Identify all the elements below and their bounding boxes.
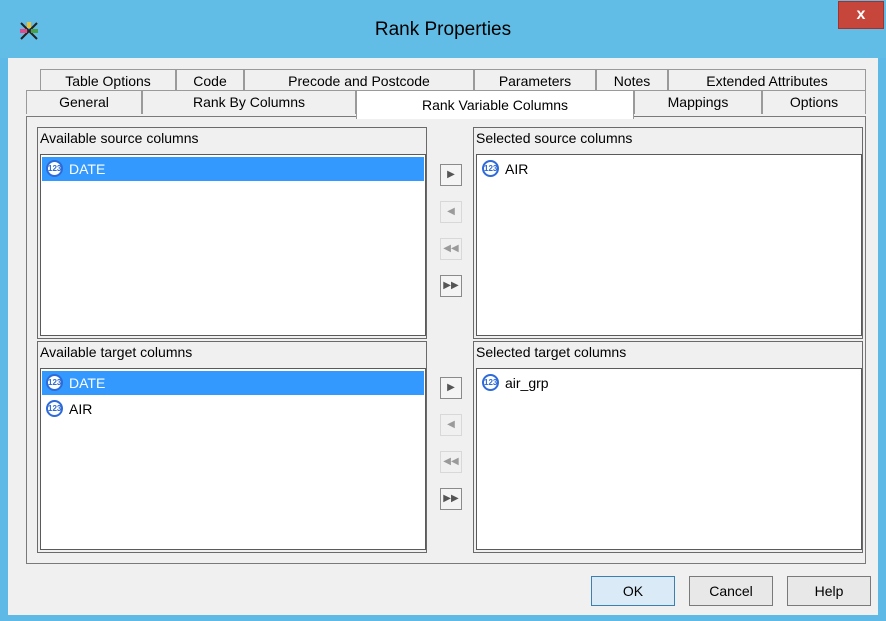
list-item-target-date[interactable]: 123 DATE [42,371,424,395]
numeric-column-icon: 123 [46,400,63,417]
item-label: AIR [69,401,93,417]
list-item-source-air[interactable]: 123 AIR [478,157,860,181]
title-bar[interactable]: Rank Properties x [0,0,886,58]
selected-source-label: Selected source columns [476,130,633,146]
available-source-list[interactable]: 123 DATE [40,154,426,336]
add-source-button[interactable]: ▶ [440,164,462,186]
selected-target-label: Selected target columns [476,344,627,360]
rank-properties-window: Rank Properties x Table Options Code Pre… [0,0,886,621]
item-label: DATE [69,161,106,177]
numeric-column-icon: 123 [482,374,499,391]
available-target-label: Available target columns [40,344,193,360]
close-button[interactable]: x [838,1,884,29]
selected-source-section: Selected source columns 123 AIR [473,127,863,339]
tab-rank-variable-columns[interactable]: Rank Variable Columns [356,90,634,119]
window-title: Rank Properties [374,19,512,40]
list-item-target-air[interactable]: 123 AIR [42,397,424,421]
cancel-button[interactable]: Cancel [689,576,773,606]
remove-source-button[interactable]: ◀ [440,201,462,223]
item-label: air_grp [505,375,549,391]
add-all-target-button[interactable]: ▶▶ [440,488,462,510]
remove-target-button[interactable]: ◀ [440,414,462,436]
help-button[interactable]: Help [787,576,871,606]
tab-options[interactable]: Options [762,90,866,114]
add-all-source-button[interactable]: ▶▶ [440,275,462,297]
selected-target-section: Selected target columns 123 air_grp [473,341,863,553]
available-source-section: Available source columns 123 DATE [37,127,427,339]
item-label: DATE [69,375,106,391]
add-target-button[interactable]: ▶ [440,377,462,399]
available-target-list[interactable]: 123 DATE 123 AIR [40,368,426,550]
remove-all-target-button[interactable]: ◀◀ [440,451,462,473]
ok-button[interactable]: OK [591,576,675,606]
tab-general[interactable]: General [26,90,142,114]
numeric-column-icon: 123 [46,160,63,177]
available-source-label: Available source columns [40,130,199,146]
item-label: AIR [505,161,529,177]
list-item-target-air-grp[interactable]: 123 air_grp [478,371,860,395]
available-target-section: Available target columns 123 DATE 123 AI… [37,341,427,553]
tab-rank-by-columns[interactable]: Rank By Columns [142,90,356,114]
list-item-source-date[interactable]: 123 DATE [42,157,424,181]
selected-target-list[interactable]: 123 air_grp [476,368,862,550]
rank-variable-columns-panel: Available source columns 123 DATE ▶ ◀ ◀◀… [26,116,866,564]
tab-mappings[interactable]: Mappings [634,90,762,114]
numeric-column-icon: 123 [46,374,63,391]
numeric-column-icon: 123 [482,160,499,177]
selected-source-list[interactable]: 123 AIR [476,154,862,336]
remove-all-source-button[interactable]: ◀◀ [440,238,462,260]
